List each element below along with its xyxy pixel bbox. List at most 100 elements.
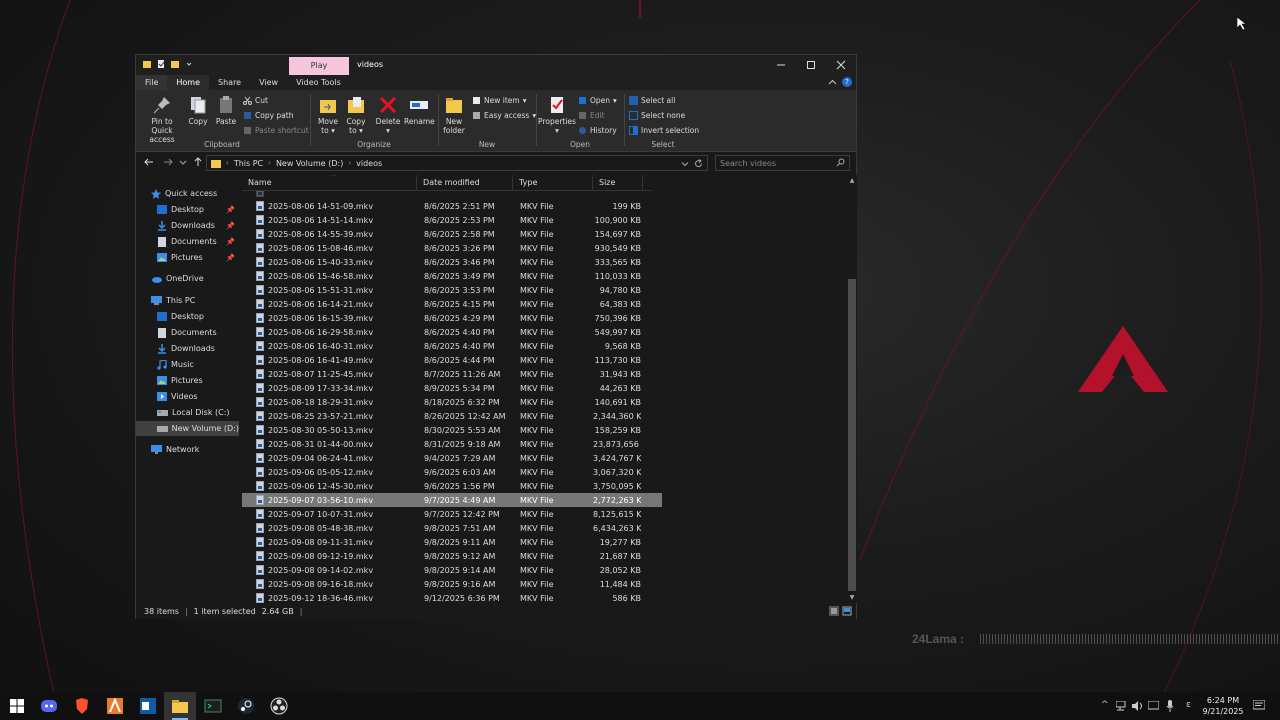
edit-button[interactable]: Edit: [578, 111, 605, 120]
input-language[interactable]: ε: [1186, 700, 1191, 710]
notification-center-icon[interactable]: [1253, 700, 1265, 711]
history-button[interactable]: History: [578, 126, 617, 135]
table-row[interactable]: 2025-09-08 09-11-31.mkv 9/8/2025 9:11 AM M…: [242, 535, 662, 549]
nav-pictures[interactable]: Pictures 📌: [136, 250, 239, 265]
table-row[interactable]: 2025-08-06 15-40-33.mkv 8/6/2025 3:46 PM M…: [242, 255, 662, 269]
select-none-button[interactable]: Select none: [629, 111, 685, 120]
details-view-icon[interactable]: [829, 606, 839, 616]
column-date[interactable]: Date modified: [417, 175, 513, 191]
table-row[interactable]: 2025-08-06 14-51-14.mkv 8/6/2025 2:53 PM M…: [242, 213, 662, 227]
table-row[interactable]: 2025-08-30 05-50-13.mkv 8/30/2025 5:53 AM…: [242, 423, 662, 437]
scroll-up-icon[interactable]: ▲: [848, 177, 856, 184]
brave-browser-icon[interactable]: [73, 697, 91, 715]
table-row[interactable]: 2025-08-06 16-40-31.mkv 8/6/2025 4:40 PM M…: [242, 339, 662, 353]
new-folder-button[interactable]: New folder: [442, 95, 466, 135]
easy-access-button[interactable]: Easy access ▾: [472, 111, 536, 120]
nav-local-disk[interactable]: Local Disk (C:): [136, 405, 239, 420]
open-button[interactable]: Open ▾: [578, 96, 617, 105]
recent-locations-icon[interactable]: [179, 157, 187, 167]
table-row[interactable]: 2025-08-06 15-51-31.mkv 8/6/2025 3:53 PM M…: [242, 283, 662, 297]
table-row[interactable]: 2025-09-04 06-24-41.mkv 9/4/2025 7:29 AM M…: [242, 451, 662, 465]
table-row[interactable]: 2025-08-06 16-15-39.mkv 8/6/2025 4:29 PM M…: [242, 311, 662, 325]
table-row[interactable]: 2025-08-06 16-14-21.mkv 8/6/2025 4:15 PM M…: [242, 297, 662, 311]
table-row[interactable]: 2025-09-08 05-48-38.mkv 9/8/2025 7:51 AM M…: [242, 521, 662, 535]
nav-this-pc[interactable]: This PC: [136, 293, 239, 308]
breadcrumb-new-volume[interactable]: New Volume (D:): [276, 159, 343, 168]
table-row[interactable]: 2025-09-06 05-05-12.mkv 9/6/2025 6:03 AM M…: [242, 465, 662, 479]
table-row[interactable]: 2025-09-08 09-12-19.mkv 9/8/2025 9:12 AM M…: [242, 549, 662, 563]
table-row[interactable]: 2025-08-06 16-41-49.mkv 8/6/2025 4:44 PM M…: [242, 353, 662, 367]
nav-pc-downloads[interactable]: Downloads: [136, 341, 239, 356]
table-row[interactable]: 2025-09-07 03-56-10.mkv 9/7/2025 4:49 AM M…: [242, 493, 662, 507]
table-row[interactable]: 2025-08-06 14-51-09.mkv 8/6/2025 2:51 PM M…: [242, 199, 662, 213]
invert-selection-button[interactable]: Invert selection: [629, 126, 699, 135]
tab-view[interactable]: View: [250, 75, 287, 90]
network-tray-icon[interactable]: [1116, 701, 1127, 711]
show-hidden-icons-icon[interactable]: ^: [1101, 700, 1109, 710]
search-input[interactable]: [716, 156, 826, 170]
nav-downloads[interactable]: Downloads 📌: [136, 218, 239, 233]
column-type[interactable]: Type: [513, 175, 593, 191]
copy-path-button[interactable]: Copy path: [243, 111, 293, 120]
tab-share[interactable]: Share: [209, 75, 250, 90]
table-row[interactable]: 2025-09-08 09-14-02.mkv 9/8/2025 9:14 AM M…: [242, 563, 662, 577]
collapse-ribbon-icon[interactable]: [828, 78, 837, 87]
steam-icon[interactable]: [237, 697, 255, 715]
search-box[interactable]: [715, 155, 850, 171]
select-all-button[interactable]: Select all: [629, 96, 675, 105]
app-launcher-icon[interactable]: [106, 697, 124, 715]
windows-start-icon[interactable]: [8, 697, 26, 715]
properties-qat-icon[interactable]: [156, 59, 166, 69]
table-row[interactable]: 2025-08-06 14-55-39.mkv 8/6/2025 2:58 PM M…: [242, 227, 662, 241]
column-size[interactable]: Size: [593, 175, 643, 191]
delete-button[interactable]: Delete ▾: [374, 95, 402, 135]
scroll-down-icon[interactable]: ▼: [848, 594, 856, 601]
nav-network[interactable]: Network: [136, 442, 239, 457]
table-row[interactable]: 2025-08-18 18-29-31.mkv 8/18/2025 6:32 PM…: [242, 395, 662, 409]
properties-button[interactable]: Properties ▾: [538, 95, 576, 135]
nav-videos[interactable]: Videos: [136, 389, 239, 404]
scrollbar-thumb[interactable]: [848, 279, 856, 591]
table-row[interactable]: 2025-08-06 15-08-46.mkv 8/6/2025 3:26 PM M…: [242, 241, 662, 255]
table-row[interactable]: 2025-09-06 12-45-30.mkv 9/6/2025 1:56 PM M…: [242, 479, 662, 493]
back-arrow-icon[interactable]: [144, 157, 154, 167]
tab-video-tools[interactable]: Video Tools: [287, 75, 350, 90]
address-dropdown-icon[interactable]: [681, 160, 689, 168]
move-to-button[interactable]: Move to ▾: [316, 95, 340, 135]
table-row[interactable]: 2025-08-31 01-44-00.mkv 8/31/2025 9:18 AM…: [242, 437, 662, 451]
nav-onedrive[interactable]: OneDrive: [136, 271, 239, 286]
refresh-icon[interactable]: [694, 159, 703, 168]
outlook-icon[interactable]: [139, 697, 157, 715]
display-tray-icon[interactable]: [1148, 701, 1159, 711]
table-row[interactable]: 2025-08-06 15-46-58.mkv 8/6/2025 3:49 PM M…: [242, 269, 662, 283]
table-row[interactable]: 2025-09-07 10-07-31.mkv 9/7/2025 12:42 PM…: [242, 507, 662, 521]
up-arrow-icon[interactable]: [193, 157, 203, 167]
terminal-icon[interactable]: [204, 697, 222, 715]
microphone-icon[interactable]: [1166, 700, 1174, 712]
discord-icon[interactable]: [40, 697, 58, 715]
breadcrumb-videos[interactable]: videos: [356, 159, 382, 168]
nav-music[interactable]: Music: [136, 357, 239, 372]
nav-pc-desktop[interactable]: Desktop: [136, 309, 239, 324]
new-item-button[interactable]: New item ▾: [472, 96, 526, 105]
nav-quick-access[interactable]: Quick access: [136, 186, 239, 201]
minimize-button[interactable]: [766, 55, 796, 75]
copy-button[interactable]: Copy: [186, 95, 210, 126]
close-button[interactable]: [826, 55, 856, 75]
taskbar-clock[interactable]: 6:24 PM 9/21/2025: [1196, 695, 1250, 717]
column-name[interactable]: Name ^: [242, 175, 417, 191]
breadcrumb-this-pc[interactable]: This PC: [234, 159, 263, 168]
nav-documents[interactable]: Documents 📌: [136, 234, 239, 249]
table-row[interactable]: 2025-08-07 11-25-45.mkv 8/7/2025 11:26 AM…: [242, 367, 662, 381]
new-folder-qat-icon[interactable]: [170, 59, 180, 69]
obs-icon[interactable]: [270, 697, 288, 715]
nav-pc-pictures[interactable]: Pictures: [136, 373, 239, 388]
large-icons-view-icon[interactable]: [842, 606, 852, 616]
vertical-scrollbar[interactable]: ▲ ▼: [847, 175, 857, 603]
copy-to-button[interactable]: Copy to ▾: [344, 95, 368, 135]
paste-button[interactable]: Paste: [214, 95, 238, 126]
file-explorer-icon[interactable]: [171, 697, 189, 715]
volume-icon[interactable]: [1132, 701, 1144, 711]
forward-arrow-icon[interactable]: [163, 157, 173, 167]
table-row[interactable]: 2025-09-08 09-16-18.mkv 9/8/2025 9:16 AM M…: [242, 577, 662, 591]
